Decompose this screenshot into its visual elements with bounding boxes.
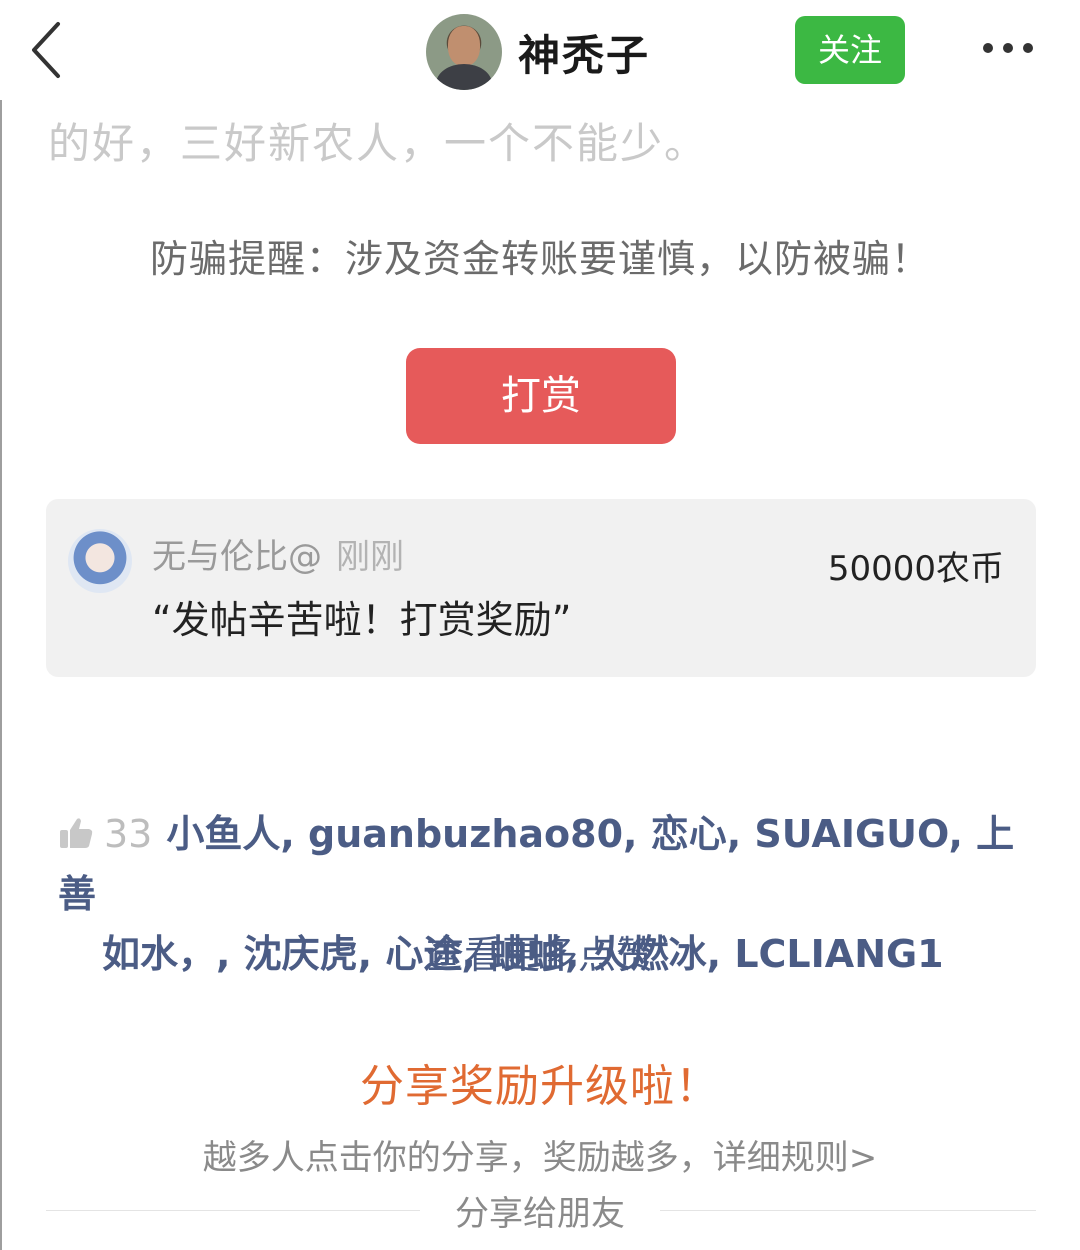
more-button[interactable] (980, 30, 1036, 66)
reward-amount: 50000农币 (827, 549, 1004, 589)
reward-time: 刚刚 (336, 537, 404, 577)
rewarder-name[interactable]: 无与伦比@ (152, 537, 322, 577)
top-bar: 神秃子 关注 (0, 0, 1080, 100)
share-to-friends-button[interactable]: 分享给朋友 (420, 1186, 660, 1235)
thumbs-up-icon (60, 818, 93, 848)
post-text-faded: 的好，三好新农人，一个不能少。 (48, 119, 709, 168)
share-reward-title: 分享奖励升级啦！ (360, 1061, 720, 1112)
rewarder-info: 无与伦比@ 刚刚 (152, 529, 404, 578)
divider-left (46, 1210, 420, 1211)
view-more-likes-link[interactable]: 查看更多点赞 (0, 924, 1080, 979)
author-avatar[interactable] (426, 14, 502, 90)
rules-link[interactable]: 详细规则> (713, 1138, 878, 1178)
like-count: 33 (104, 812, 153, 856)
tip-button[interactable]: 打赏 (406, 348, 676, 444)
reward-card: 无与伦比@ 刚刚 50000农币 “发帖辛苦啦！打赏奖励” (46, 499, 1036, 677)
share-reward-description: 越多人点击你的分享，奖励越多，详细规则> (0, 1130, 1080, 1179)
rewarder-avatar[interactable] (68, 529, 132, 593)
avatar-face (448, 26, 480, 66)
divider-right (660, 1210, 1036, 1211)
chevron-left-icon (32, 22, 60, 78)
follow-button[interactable]: 关注 (795, 16, 905, 84)
share-description-text: 越多人点击你的分享，奖励越多， (202, 1138, 713, 1178)
more-dots-icon (983, 43, 1033, 53)
back-button[interactable] (28, 18, 68, 82)
author-name[interactable]: 神秃子 (518, 22, 650, 83)
fraud-warning: 防骗提醒：涉及资金转账要谨慎，以防被骗！ (149, 237, 930, 281)
reward-message: “发帖辛苦啦！打赏奖励” (152, 598, 572, 642)
liker-names-line1[interactable]: 小鱼人, guanbuzhao80, 恋心, SUAIGUO, 上善 (58, 812, 1014, 916)
avatar-body (436, 64, 492, 90)
